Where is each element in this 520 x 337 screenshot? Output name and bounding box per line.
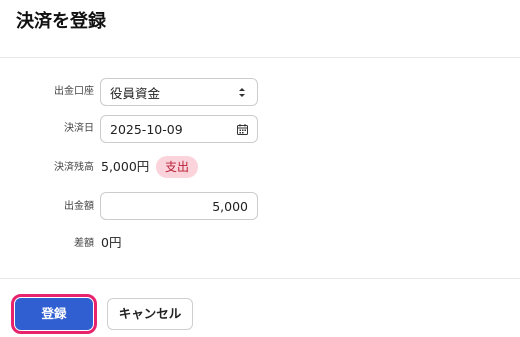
submit-button[interactable]: 登録 — [11, 294, 97, 334]
amount-label: 出金額 — [64, 201, 94, 212]
amount-input-value: 5,000 — [212, 198, 248, 214]
cancel-button[interactable]: キャンセル — [107, 298, 193, 330]
date-label: 決済日 — [64, 123, 94, 134]
date-input-value: 2025-10-09 — [110, 121, 183, 137]
account-label: 出金口座 — [54, 86, 94, 97]
footer-divider — [0, 278, 520, 279]
amount-input[interactable]: 5,000 — [100, 192, 258, 220]
balance-label: 決済残高 — [54, 162, 94, 173]
calendar-icon[interactable] — [236, 123, 248, 135]
header-divider — [0, 57, 520, 58]
balance-value: 5,000円 — [101, 159, 150, 174]
account-select[interactable]: 役員資金 — [100, 78, 258, 106]
modal-title: 決済を登録 — [16, 11, 106, 32]
select-arrows-icon — [236, 86, 248, 98]
account-select-value: 役員資金 — [110, 85, 161, 101]
date-input[interactable]: 2025-10-09 — [100, 115, 258, 143]
difference-value: 0円 — [101, 235, 122, 250]
expense-badge: 支出 — [156, 156, 199, 178]
difference-label: 差額 — [74, 238, 94, 249]
